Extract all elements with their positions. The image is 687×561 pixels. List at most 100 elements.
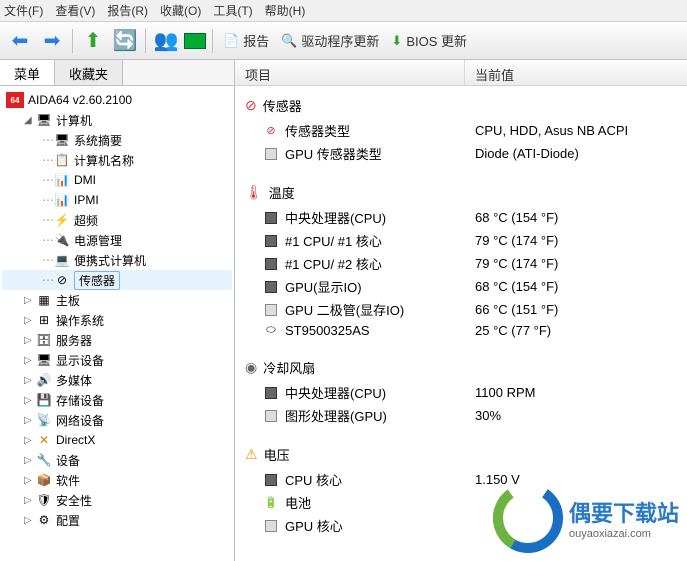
watermark: 偶要下载站 ouyaoxiazai.com bbox=[493, 483, 679, 553]
row-cpu1-core2-temp[interactable]: #1 CPU/ #2 核心 79 °C (174 °F) bbox=[235, 252, 687, 275]
menu-view[interactable]: 查看(V) bbox=[55, 2, 95, 19]
expand-icon[interactable]: ▷ bbox=[24, 355, 36, 366]
menu-favorites[interactable]: 收藏(O) bbox=[160, 2, 201, 19]
tree-item-sensor[interactable]: ⋯⊘传感器 bbox=[2, 270, 232, 290]
tree-label: 网络设备 bbox=[56, 412, 104, 429]
watermark-title: 偶要下载站 bbox=[569, 496, 679, 528]
network-icon: 📡 bbox=[36, 412, 52, 428]
bios-update-button[interactable]: ⬇ BIOS 更新 bbox=[387, 27, 471, 55]
expand-icon[interactable]: ▷ bbox=[24, 455, 36, 466]
expand-icon[interactable]: ▷ bbox=[24, 335, 36, 346]
expand-icon[interactable]: ▷ bbox=[24, 415, 36, 426]
tree-item-mainboard[interactable]: ▷▦主板 bbox=[2, 290, 232, 310]
tree-item-overclock[interactable]: ⋯⚡超频 bbox=[2, 210, 232, 230]
expand-icon[interactable]: ▷ bbox=[24, 435, 36, 446]
row-label: 图形处理器(GPU) bbox=[285, 406, 387, 425]
storage-icon: 💾 bbox=[36, 392, 52, 408]
tree-label: 超频 bbox=[74, 212, 98, 229]
tree-item-multimedia[interactable]: ▷🔊多媒体 bbox=[2, 370, 232, 390]
row-value: 79 °C (174 °F) bbox=[475, 256, 558, 271]
tree-item-ipmi[interactable]: ⋯📊IPMI bbox=[2, 190, 232, 210]
group-voltage: ⚠电压 bbox=[235, 441, 687, 468]
row-gpu-dispio-temp[interactable]: GPU(显示IO)68 °C (154 °F) bbox=[235, 275, 687, 298]
tree-label: 服务器 bbox=[56, 332, 92, 349]
tree-item-security[interactable]: ▷🛡安全性 bbox=[2, 490, 232, 510]
gpu-icon bbox=[263, 148, 279, 160]
row-hdd-temp[interactable]: ⬭ST9500325AS25 °C (77 °F) bbox=[235, 321, 687, 340]
tree-label: DirectX bbox=[56, 433, 95, 447]
tree-computer-label: 计算机 bbox=[56, 112, 92, 129]
tree-label: 电源管理 bbox=[74, 232, 122, 249]
column-value[interactable]: 当前值 bbox=[465, 60, 687, 85]
row-gpu-sensor-type[interactable]: GPU 传感器类型Diode (ATI-Diode) bbox=[235, 142, 687, 165]
tree[interactable]: 64 AIDA64 v2.60.2100 ◢ 🖥 计算机 ⋯🖥系统摘要 ⋯📋计算… bbox=[0, 86, 234, 561]
row-label: #1 CPU/ #1 核心 bbox=[285, 231, 382, 250]
menubar: 文件(F) 查看(V) 报告(R) 收藏(O) 工具(T) 帮助(H) bbox=[0, 0, 687, 22]
expand-icon[interactable]: ▷ bbox=[24, 315, 36, 326]
forward-button[interactable]: ➡ bbox=[38, 27, 66, 55]
row-value: CPU, HDD, Asus NB ACPI bbox=[475, 123, 628, 138]
chip-icon bbox=[263, 212, 279, 224]
tree-item-storage[interactable]: ▷💾存储设备 bbox=[2, 390, 232, 410]
sensor-icon: ⊘ bbox=[263, 124, 279, 137]
driver-update-button[interactable]: 🔍 驱动程序更新 bbox=[277, 27, 383, 55]
summary-icon: 🖥 bbox=[54, 132, 70, 148]
tree-item-os[interactable]: ▷⊞操作系统 bbox=[2, 310, 232, 330]
expand-icon[interactable]: ▷ bbox=[24, 295, 36, 306]
tree-item-devices[interactable]: ▷🔧设备 bbox=[2, 450, 232, 470]
up-button[interactable]: ⬆ bbox=[79, 27, 107, 55]
back-button[interactable]: ⬅ bbox=[6, 27, 34, 55]
tab-menu[interactable]: 菜单 bbox=[0, 60, 55, 85]
expand-icon[interactable]: ▷ bbox=[24, 375, 36, 386]
monitor-icon[interactable] bbox=[184, 33, 206, 49]
directx-icon: ✕ bbox=[36, 432, 52, 448]
row-label: GPU 核心 bbox=[285, 516, 343, 535]
expand-icon[interactable]: ▷ bbox=[24, 395, 36, 406]
tab-favorites[interactable]: 收藏夹 bbox=[55, 60, 123, 85]
tree-root[interactable]: 64 AIDA64 v2.60.2100 bbox=[2, 90, 232, 110]
tree-computer[interactable]: ◢ 🖥 计算机 bbox=[2, 110, 232, 130]
tree-item-directx[interactable]: ▷✕ DirectX bbox=[2, 430, 232, 450]
warning-icon: ⚠ bbox=[245, 446, 258, 463]
search-icon: 🔍 bbox=[281, 33, 297, 49]
users-icon[interactable]: 👥 bbox=[152, 27, 180, 55]
row-label: #1 CPU/ #2 核心 bbox=[285, 254, 382, 273]
column-item[interactable]: 项目 bbox=[235, 60, 465, 85]
tree-item-portable[interactable]: ⋯💻便携式计算机 bbox=[2, 250, 232, 270]
tree-item-dmi[interactable]: ⋯📊DMI bbox=[2, 170, 232, 190]
row-cpu-fan[interactable]: 中央处理器(CPU)1100 RPM bbox=[235, 381, 687, 404]
tree-label: 多媒体 bbox=[56, 372, 92, 389]
tree-item-summary[interactable]: ⋯🖥系统摘要 bbox=[2, 130, 232, 150]
dmi-icon: 📊 bbox=[54, 172, 70, 188]
server-icon: 🗄 bbox=[36, 332, 52, 348]
expand-icon[interactable]: ▷ bbox=[24, 495, 36, 506]
row-cpu1-core1-temp[interactable]: #1 CPU/ #1 核心79 °C (174 °F) bbox=[235, 229, 687, 252]
tree-item-computer-name[interactable]: ⋯📋计算机名称 bbox=[2, 150, 232, 170]
collapse-icon[interactable]: ◢ bbox=[24, 115, 36, 126]
menu-tools[interactable]: 工具(T) bbox=[213, 2, 252, 19]
tree-item-network[interactable]: ▷📡网络设备 bbox=[2, 410, 232, 430]
tree-item-power[interactable]: ⋯🔌电源管理 bbox=[2, 230, 232, 250]
row-cpu-temp[interactable]: 中央处理器(CPU)68 °C (154 °F) bbox=[235, 206, 687, 229]
row-label: ST9500325AS bbox=[285, 323, 370, 338]
row-label: 电池 bbox=[285, 493, 311, 512]
left-panel: 菜单 收藏夹 64 AIDA64 v2.60.2100 ◢ 🖥 计算机 ⋯🖥系统… bbox=[0, 60, 235, 561]
row-gpu-fan[interactable]: 图形处理器(GPU)30% bbox=[235, 404, 687, 427]
menu-report[interactable]: 报告(R) bbox=[107, 2, 148, 19]
refresh-button[interactable]: 🔄 bbox=[111, 27, 139, 55]
chip-icon bbox=[263, 235, 279, 247]
row-gpu-diode-temp[interactable]: GPU 二极管(显存IO)66 °C (151 °F) bbox=[235, 298, 687, 321]
report-button[interactable]: 📄 报告 bbox=[219, 27, 273, 55]
tree-item-software[interactable]: ▷📦软件 bbox=[2, 470, 232, 490]
expand-icon[interactable]: ▷ bbox=[24, 475, 36, 486]
tree-item-config[interactable]: ▷⚙配置 bbox=[2, 510, 232, 530]
tree-label: 计算机名称 bbox=[74, 152, 134, 169]
row-sensor-type[interactable]: ⊘传感器类型CPU, HDD, Asus NB ACPI bbox=[235, 119, 687, 142]
tree-item-server[interactable]: ▷🗄服务器 bbox=[2, 330, 232, 350]
menu-help[interactable]: 帮助(H) bbox=[265, 2, 306, 19]
menu-file[interactable]: 文件(F) bbox=[4, 2, 43, 19]
separator bbox=[212, 29, 213, 53]
expand-icon[interactable]: ▷ bbox=[24, 515, 36, 526]
tree-item-display[interactable]: ▷🖥显示设备 bbox=[2, 350, 232, 370]
tree-label: 设备 bbox=[56, 452, 80, 469]
